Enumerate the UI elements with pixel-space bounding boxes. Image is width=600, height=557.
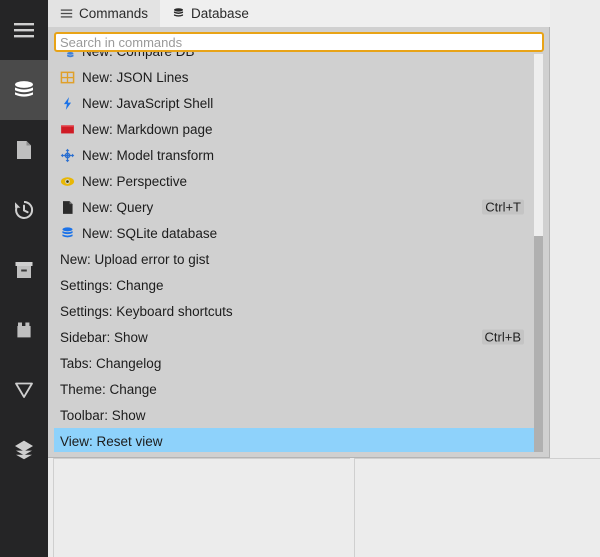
list-item-label: New: Upload error to gist [60,251,210,267]
list-item[interactable]: New: JSON Lines [54,64,536,90]
archive-icon [12,258,36,282]
activity-item-document[interactable] [0,120,48,180]
briefcase-icon [12,318,36,342]
list-item-label: Settings: Keyboard shortcuts [60,303,233,319]
list-item[interactable]: New: Query Ctrl+T [54,194,536,220]
list-item[interactable]: Settings: Keyboard shortcuts [54,298,536,324]
activity-item-layers[interactable] [0,420,48,480]
list-item-label: New: JSON Lines [82,69,189,85]
list-item[interactable]: New: Perspective [54,168,536,194]
palette-tab-strip: Commands Database [48,0,550,27]
results-scrollbar-track[interactable] [534,54,543,452]
activity-item-archive[interactable] [0,240,48,300]
list-item-label: Sidebar: Show [60,329,148,345]
list-item[interactable]: New: Upload error to gist [54,246,536,272]
model-transform-icon [60,148,82,163]
list-item-label: Tabs: Changelog [60,355,162,371]
perspective-icon [60,174,82,189]
tab-database[interactable]: Database [160,0,261,27]
workspace-pane-left[interactable] [53,458,350,557]
list-item[interactable]: Toolbar: Show [54,402,536,428]
tab-database-label: Database [191,6,249,21]
search-field-wrapper [54,32,544,52]
document-icon [12,138,36,162]
list-item-label: Settings: Change [60,277,164,293]
workspace-pane-right[interactable] [354,458,600,557]
activity-item-menu[interactable] [0,0,48,60]
sqlite-icon [60,226,82,241]
filter-icon [12,378,36,402]
hamburger-icon [60,7,73,20]
database-icon [12,78,36,102]
list-item[interactable]: New: SQLite database [54,220,536,246]
activity-item-filter[interactable] [0,360,48,420]
list-item-label: New: Query [82,199,154,215]
list-item-label: View: Reset view [60,433,163,449]
list-item-label: Theme: Change [60,381,157,397]
activity-item-database[interactable] [0,60,48,120]
list-item-label: New: Markdown page [82,121,213,137]
list-item-label: New: JavaScript Shell [82,95,214,111]
list-item-label: New: Perspective [82,173,188,189]
command-results-list[interactable]: New: Compare DB New: JSON Lines [54,42,536,452]
list-item-label: Toolbar: Show [60,407,146,423]
markdown-icon [60,122,82,137]
list-item[interactable]: New: Model transform [54,142,536,168]
list-item[interactable]: New: Markdown page [54,116,536,142]
list-item[interactable]: Theme: Change [54,376,536,402]
query-icon [60,200,82,215]
activity-item-history[interactable] [0,180,48,240]
list-item-shortcut: Ctrl+B [481,329,524,345]
tab-commands[interactable]: Commands [48,0,161,27]
list-item-selected[interactable]: View: Reset view [54,428,536,452]
list-item[interactable]: Sidebar: Show Ctrl+B [54,324,536,350]
app-window: Commands Database New: JSON Lines New: J… [0,0,600,557]
javascript-shell-icon [60,96,82,111]
menu-icon [12,18,36,42]
list-item[interactable]: Tabs: Changelog [54,350,536,376]
history-icon [12,198,36,222]
list-item[interactable]: New: JavaScript Shell [54,90,536,116]
list-item-label: New: Model transform [82,147,215,163]
activity-item-briefcase[interactable] [0,300,48,360]
json-lines-icon [60,70,82,85]
list-item[interactable]: Settings: Change [54,272,536,298]
tab-commands-label: Commands [79,6,149,21]
results-scrollbar-thumb[interactable] [534,236,543,452]
layers-icon [12,438,36,462]
list-item-label: New: SQLite database [82,225,218,241]
search-input[interactable] [54,32,544,52]
command-palette: Commands Database New: JSON Lines New: J… [48,0,550,458]
database-icon [172,7,185,20]
activity-bar [0,0,48,557]
list-item-shortcut: Ctrl+T [482,199,524,215]
